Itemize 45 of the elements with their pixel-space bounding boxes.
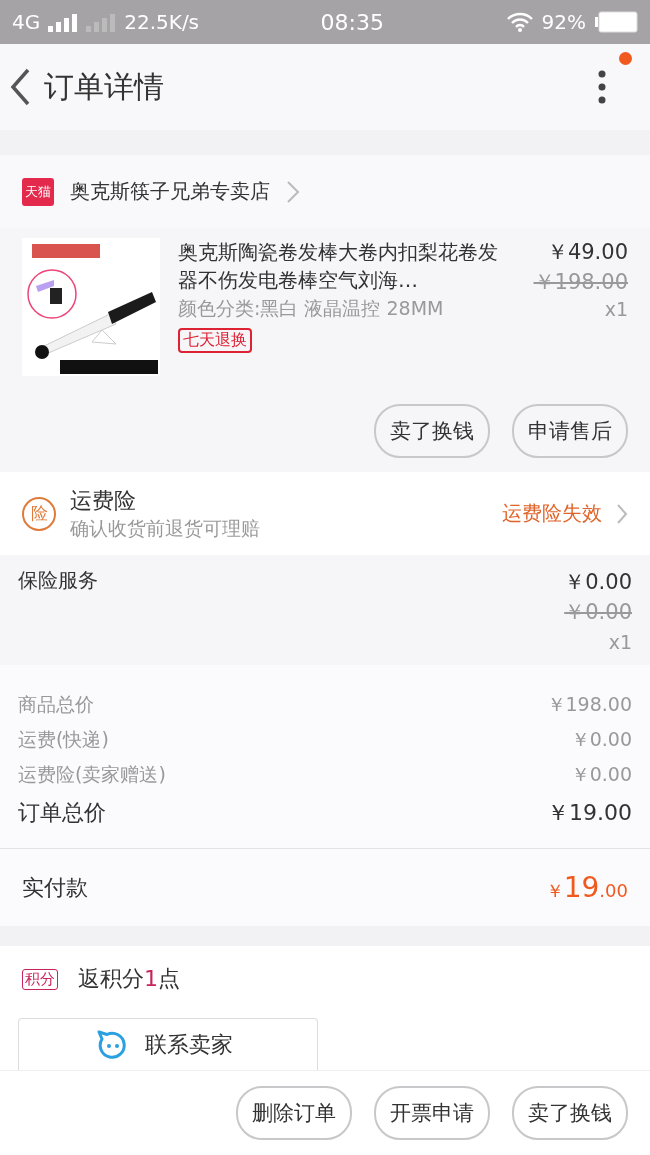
summary-value: ￥0.00 — [570, 726, 632, 752]
insurance-description: 确认收货前退货可理赔 — [70, 515, 261, 541]
chat-icon — [97, 1029, 129, 1060]
product-variant: 颜色分类:黑白 液晶温控 28MM — [178, 296, 445, 321]
insurance-icon: 险 — [22, 496, 56, 531]
insurance-title: 运费险 — [70, 486, 137, 515]
total-label: 订单总价 — [18, 799, 106, 827]
summary-label: 运费险(卖家赠送) — [18, 761, 166, 787]
service-label: 保险服务 — [18, 567, 98, 594]
paid-amount: ￥19.00 — [545, 871, 628, 904]
store-name[interactable]: 奥克斯筷子兄弟专卖店 — [70, 178, 270, 205]
store-badge: 天猫 — [22, 177, 54, 206]
product-price: ￥49.00 — [546, 239, 628, 266]
back-icon[interactable] — [8, 67, 32, 107]
original-price: ￥0.00 — [564, 599, 632, 626]
summary-value: ￥0.00 — [570, 761, 632, 787]
signal-icon — [48, 12, 79, 32]
product-title[interactable]: 奥克斯陶瓷卷发棒大卷内扣梨花卷发器不伤发电卷棒空气刘海… — [178, 238, 516, 294]
action-button[interactable]: 卖了换钱 — [512, 1086, 628, 1140]
signal-icon — [86, 12, 117, 32]
quantity: x1 — [604, 298, 628, 320]
summary-value: ￥198.00 — [546, 691, 632, 717]
original-price: ￥198.00 — [533, 269, 628, 296]
service-price: ￥0.00 — [564, 569, 632, 596]
network-speed: 22.5K/s — [124, 10, 200, 34]
action-button[interactable]: 开票申请 — [374, 1086, 490, 1140]
action-button[interactable]: 删除订单 — [236, 1086, 352, 1140]
action-button[interactable]: 申请售后 — [512, 404, 628, 458]
total-value: ￥19.00 — [547, 799, 632, 827]
page-title: 订单详情 — [44, 67, 165, 106]
return-policy-tag: 七天退换 — [178, 328, 252, 353]
battery-level: 92% — [541, 10, 586, 34]
points-text: 返积分1点 — [78, 965, 180, 993]
action-button[interactable]: 卖了换钱 — [374, 404, 490, 458]
points-badge: 积分 — [22, 968, 58, 990]
insurance-status[interactable]: 运费险失效 — [502, 500, 602, 527]
battery-icon — [594, 11, 638, 33]
paid-label: 实付款 — [22, 873, 88, 902]
quantity: x1 — [608, 630, 632, 655]
clock: 08:35 — [320, 9, 384, 35]
wifi-icon — [505, 12, 534, 32]
summary-label: 商品总价 — [18, 691, 94, 717]
network-label: 4G — [12, 10, 41, 34]
more-icon[interactable] — [596, 69, 608, 105]
summary-label: 运费(快递) — [18, 726, 109, 752]
